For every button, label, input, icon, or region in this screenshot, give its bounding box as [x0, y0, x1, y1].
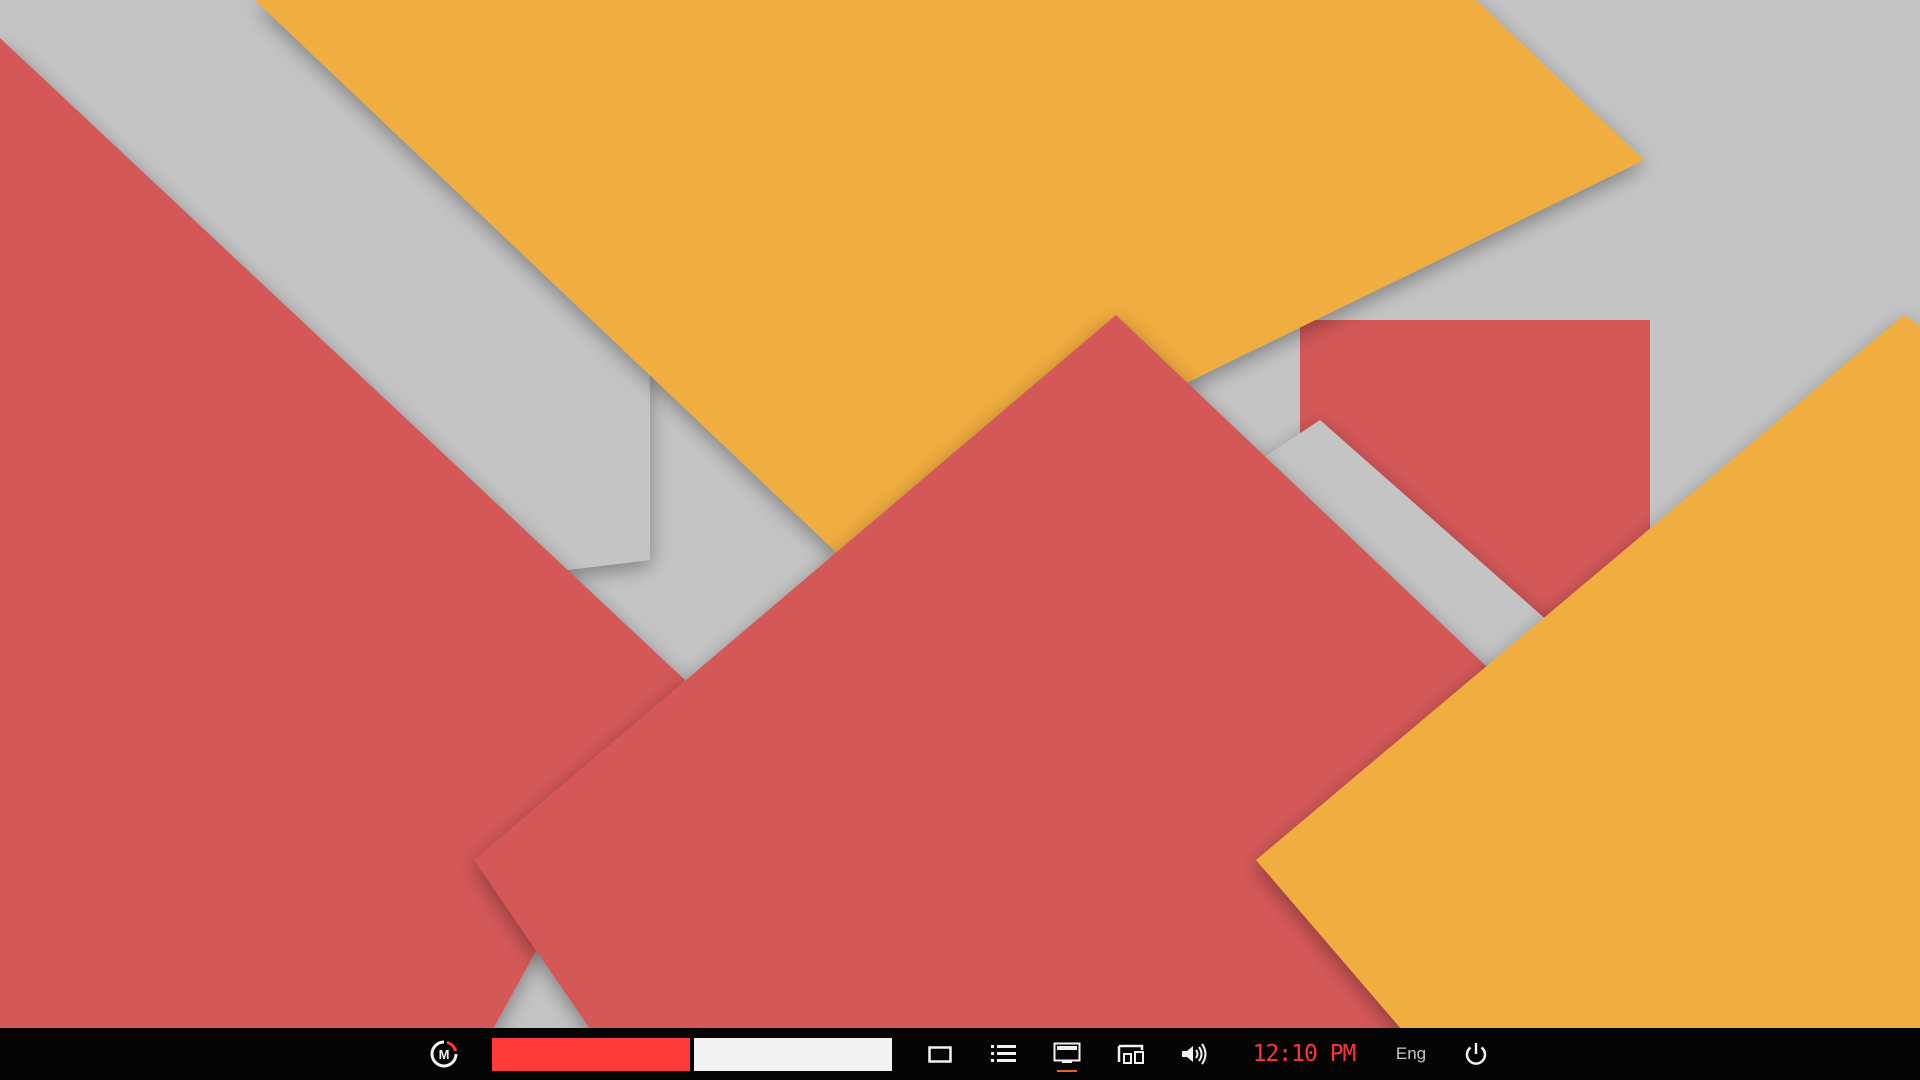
taskbar: M 12:10 PM Eng	[0, 1028, 1920, 1080]
volume-icon	[1182, 1043, 1207, 1065]
task-list-button[interactable]	[986, 1028, 1022, 1080]
m-logo-icon: M	[430, 1040, 458, 1068]
show-desktop-icon	[928, 1046, 952, 1063]
power-button[interactable]	[1458, 1028, 1494, 1080]
display-icon	[1053, 1042, 1081, 1063]
start-button[interactable]: M	[424, 1028, 464, 1080]
material-wallpaper	[0, 0, 1920, 1080]
taskbar-window-slot-inactive[interactable]	[694, 1038, 892, 1071]
display-active-indicator	[1057, 1070, 1077, 1072]
language-indicator[interactable]: Eng	[1386, 1028, 1436, 1080]
taskbar-window-slot-active[interactable]	[492, 1038, 690, 1071]
devices-button[interactable]	[1112, 1028, 1150, 1080]
display-button[interactable]	[1048, 1028, 1086, 1080]
desktop[interactable]: M 12:10 PM Eng	[0, 0, 1920, 1080]
svg-text:M: M	[439, 1047, 450, 1062]
taskbar-clock[interactable]: 12:10 PM	[1248, 1028, 1360, 1080]
task-list-icon	[991, 1045, 1016, 1062]
show-desktop-button[interactable]	[922, 1028, 958, 1080]
power-icon	[1465, 1043, 1487, 1065]
volume-button[interactable]	[1176, 1028, 1212, 1080]
devices-icon	[1117, 1044, 1144, 1064]
